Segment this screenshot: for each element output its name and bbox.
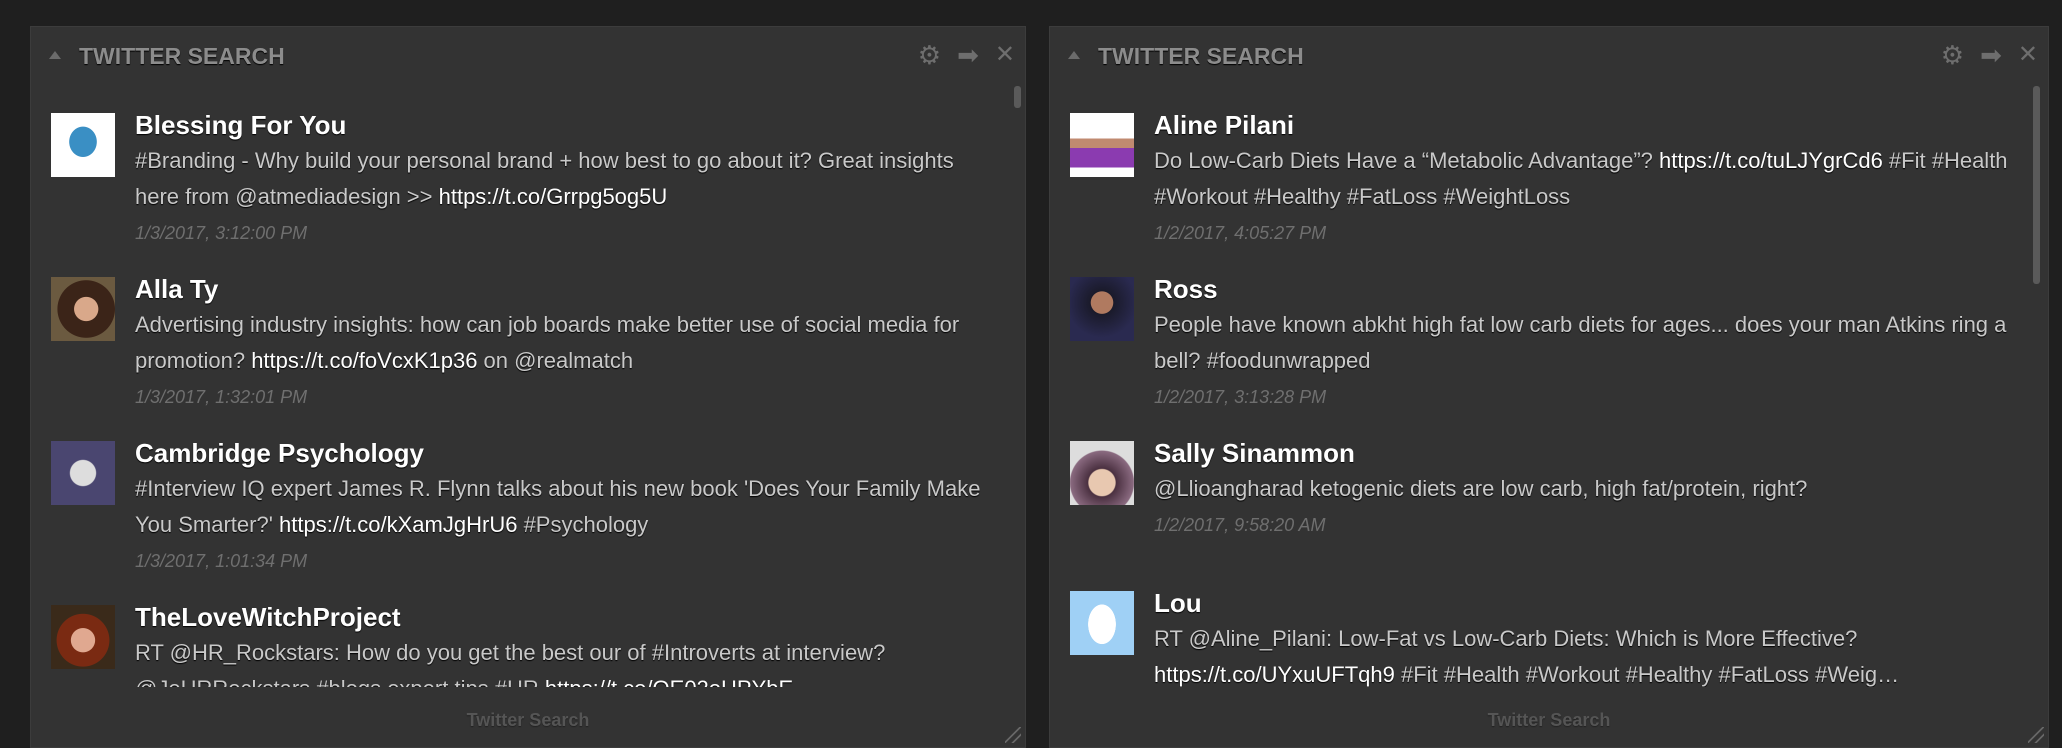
- tweet-author[interactable]: Lou: [1154, 585, 2028, 621]
- tweet-author[interactable]: Sally Sinammon: [1154, 435, 2028, 471]
- gear-icon[interactable]: ⚙: [1941, 41, 1964, 69]
- tweet-link[interactable]: https://t.co/Grrpg5og5U: [439, 184, 668, 209]
- tweet-item: Lou RT @Aline_Pilani: Low-Fat vs Low-Carb…: [1050, 585, 2028, 687]
- avatar[interactable]: [1070, 441, 1134, 505]
- tweet-text-segment: #Fit #Health #Workout #Healthy #FatLoss …: [1394, 662, 1900, 687]
- resize-grip[interactable]: [2028, 727, 2044, 743]
- avatar[interactable]: [51, 113, 115, 177]
- tweet-author[interactable]: Ross: [1154, 271, 2028, 307]
- tweet-link[interactable]: https://t.co/foVcxK1p36: [251, 348, 477, 373]
- gear-icon[interactable]: ⚙: [918, 41, 941, 69]
- twitter-search-widget-left: TWITTER SEARCH ⚙ ➡ ✕ Blessing For You #Br…: [30, 26, 1026, 748]
- tweet-author[interactable]: Alla Ty: [135, 271, 1005, 307]
- tweet-text: #Branding - Why build your personal bran…: [135, 143, 1005, 215]
- close-icon[interactable]: ✕: [995, 41, 1015, 69]
- avatar[interactable]: [1070, 113, 1134, 177]
- tweet-timestamp: 1/2/2017, 4:05:27 PM: [1154, 223, 1327, 243]
- tweet-item: TheLoveWitchProject RT @HR_Rockstars: How…: [31, 599, 1005, 687]
- tweet-text: Do Low-Carb Diets Have a “Metabolic Adva…: [1154, 143, 2028, 215]
- tweet-item: Alla Ty Advertising industry insights: ho…: [31, 271, 1005, 415]
- tweet-text-segment: People have known abkht high fat low car…: [1154, 312, 2007, 373]
- tweet-link[interactable]: https://t.co/kXamJgHrU6: [279, 512, 517, 537]
- widget-footer: Twitter Search: [1487, 710, 1611, 730]
- collapse-triangle-icon[interactable]: [1068, 51, 1080, 59]
- tweet-item: Aline Pilani Do Low-Carb Diets Have a “Me…: [1050, 107, 2028, 251]
- tweet-text-segment: on @realmatch: [477, 348, 634, 373]
- tweet-link[interactable]: https://t.co/tuLJYgrCd6: [1659, 148, 1883, 173]
- twitter-search-widget-right: TWITTER SEARCH ⚙ ➡ ✕ Aline Pilani Do Low-…: [1049, 26, 2049, 748]
- arrow-right-icon[interactable]: ➡: [957, 41, 979, 69]
- tweet-text: @Llioangharad ketogenic diets are low ca…: [1154, 471, 2028, 507]
- tweet-link[interactable]: https://t.co/OE02oHPYbE: [545, 676, 793, 687]
- tweet-author[interactable]: TheLoveWitchProject: [135, 599, 1005, 635]
- tweet-timestamp: 1/3/2017, 1:01:34 PM: [135, 551, 308, 571]
- widget-header: TWITTER SEARCH ⚙ ➡ ✕: [31, 27, 1025, 87]
- tweet-link[interactable]: https://t.co/UYxuUFTqh9: [1154, 662, 1395, 687]
- tweet-item: Blessing For You #Branding - Why build yo…: [31, 107, 1005, 251]
- tweet-text: Advertising industry insights: how can j…: [135, 307, 1005, 379]
- tweet-text-segment: Do Low-Carb Diets Have a “Metabolic Adva…: [1154, 148, 1660, 173]
- widget-title: TWITTER SEARCH: [79, 43, 285, 69]
- tweet-list: Aline Pilani Do Low-Carb Diets Have a “Me…: [1050, 107, 2028, 687]
- tweet-list: Blessing For You #Branding - Why build yo…: [31, 107, 1005, 687]
- avatar[interactable]: [51, 605, 115, 669]
- avatar[interactable]: [1070, 591, 1134, 655]
- scrollbar[interactable]: [2033, 86, 2040, 284]
- scrollbar[interactable]: [1014, 86, 1021, 108]
- avatar[interactable]: [51, 441, 115, 505]
- tweet-timestamp: 1/2/2017, 9:58:20 AM: [1154, 515, 1326, 535]
- tweet-text-segment: #Psychology: [517, 512, 649, 537]
- widget-footer: Twitter Search: [466, 710, 590, 730]
- tweet-item: Sally Sinammon @Llioangharad ketogenic di…: [1050, 435, 2028, 565]
- tweet-timestamp: 1/3/2017, 3:12:00 PM: [135, 223, 308, 243]
- tweet-text: RT @HR_Rockstars: How do you get the bes…: [135, 635, 1005, 687]
- tweet-timestamp: 1/2/2017, 3:13:28 PM: [1154, 387, 1327, 407]
- tweet-author[interactable]: Blessing For You: [135, 107, 1005, 143]
- tweet-item: Ross People have known abkht high fat low…: [1050, 271, 2028, 415]
- avatar[interactable]: [1070, 277, 1134, 341]
- tweet-text-segment: RT @Aline_Pilani: Low-Fat vs Low-Carb Di…: [1154, 626, 1858, 651]
- avatar[interactable]: [51, 277, 115, 341]
- tweet-text-segment: @Llioangharad ketogenic diets are low ca…: [1154, 476, 1808, 501]
- widget-header: TWITTER SEARCH ⚙ ➡ ✕: [1050, 27, 2048, 87]
- tweet-author[interactable]: Aline Pilani: [1154, 107, 2028, 143]
- arrow-right-icon[interactable]: ➡: [1980, 41, 2002, 69]
- collapse-triangle-icon[interactable]: [49, 51, 61, 59]
- tweet-text: #Interview IQ expert James R. Flynn talk…: [135, 471, 1005, 543]
- close-icon[interactable]: ✕: [2018, 41, 2038, 69]
- widget-title: TWITTER SEARCH: [1098, 43, 1304, 69]
- tweet-text: RT @Aline_Pilani: Low-Fat vs Low-Carb Di…: [1154, 621, 2028, 687]
- tweet-author[interactable]: Cambridge Psychology: [135, 435, 1005, 471]
- tweet-item: Cambridge Psychology #Interview IQ expert…: [31, 435, 1005, 579]
- resize-grip[interactable]: [1005, 727, 1021, 743]
- tweet-timestamp: 1/3/2017, 1:32:01 PM: [135, 387, 308, 407]
- tweet-text: People have known abkht high fat low car…: [1154, 307, 2028, 379]
